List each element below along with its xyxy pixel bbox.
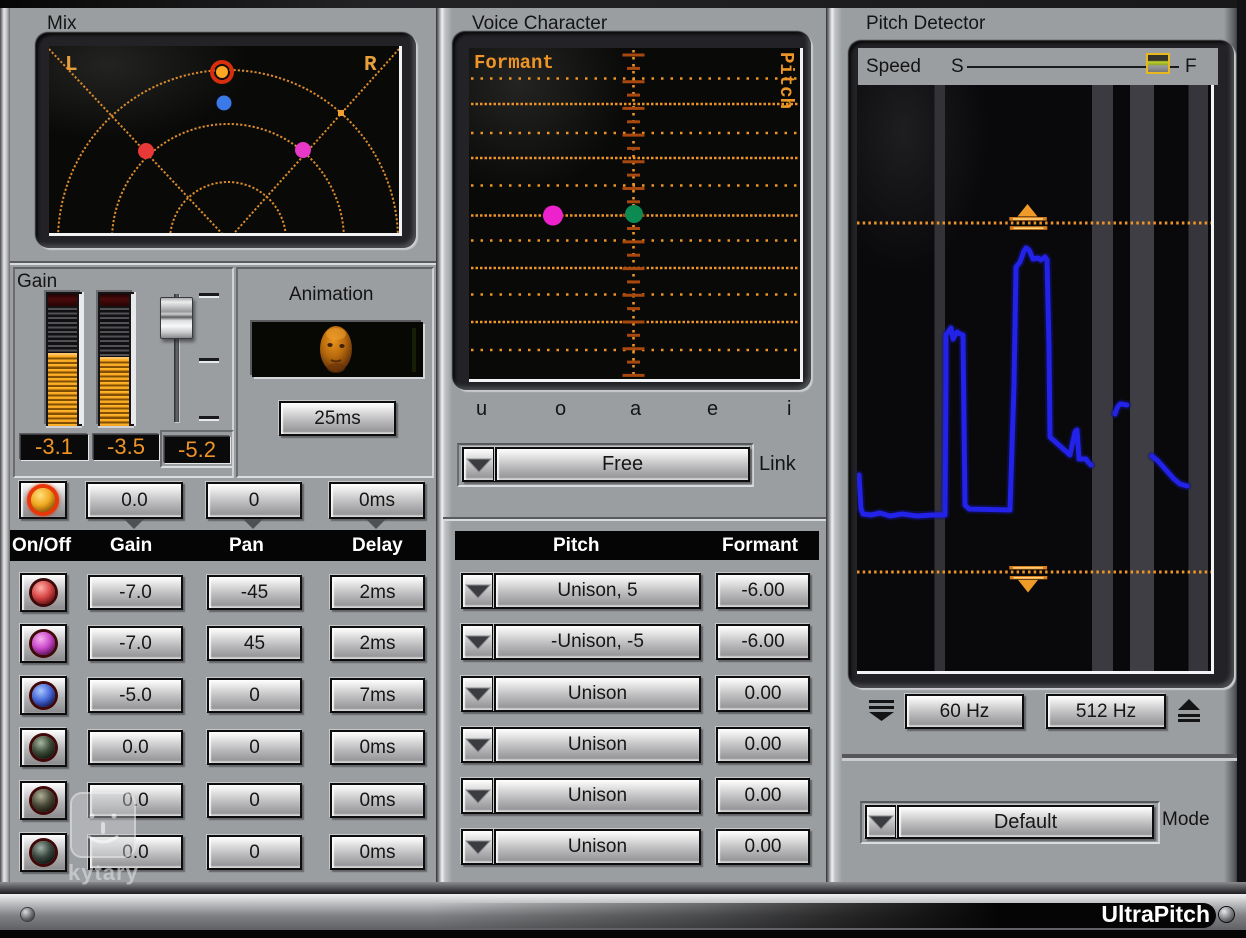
svg-text:Formant: Formant bbox=[474, 52, 554, 74]
svg-text:Pitch: Pitch bbox=[775, 52, 797, 109]
svg-text:L: L bbox=[65, 54, 78, 77]
svg-text:R: R bbox=[364, 54, 377, 77]
